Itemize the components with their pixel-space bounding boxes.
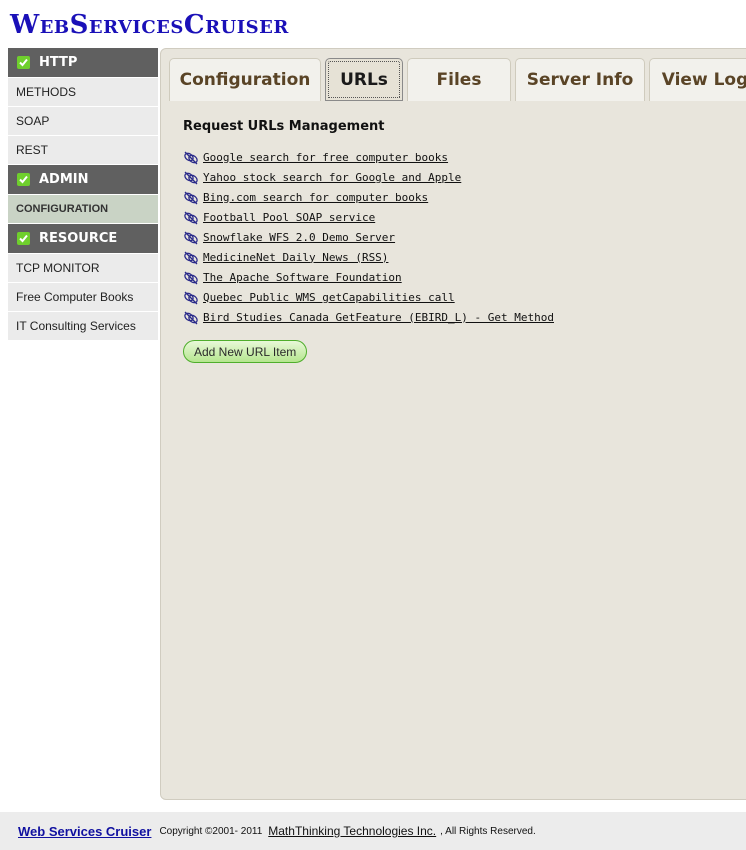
url-link-yahoo-stock[interactable]: Yahoo stock search for Google and Apple	[203, 171, 461, 184]
footer: Web Services Cruiser Copyright ©2001- 20…	[0, 812, 746, 850]
section-label: ADMIN	[39, 172, 89, 187]
app-logo: WebServicesCruiser	[10, 10, 289, 40]
list-item: Bird Studies Canada GetFeature (EBIRD_L)…	[183, 307, 554, 327]
footer-rights: , All Rights Reserved.	[440, 825, 536, 837]
add-url-button[interactable]: Add New URL Item	[183, 340, 308, 363]
sidebar-item-methods[interactable]: METHODS	[8, 78, 158, 106]
link-icon	[183, 250, 199, 265]
tab-server-info[interactable]: Server Info	[515, 58, 645, 101]
list-item: MedicineNet Daily News (RSS)	[183, 247, 554, 267]
tab-urls[interactable]: URLs	[325, 58, 403, 101]
tab-files[interactable]: Files	[407, 58, 511, 101]
url-list: Google search for free computer books Ya…	[183, 147, 554, 327]
section-heading: Request URLs Management	[183, 119, 385, 134]
section-label: RESOURCE	[39, 231, 118, 246]
link-icon	[183, 230, 199, 245]
list-item: The Apache Software Foundation	[183, 267, 554, 287]
link-icon	[183, 310, 199, 325]
sidebar-section-admin[interactable]: ADMIN	[8, 165, 158, 194]
sidebar-item-tcp-monitor[interactable]: TCP MONITOR	[8, 254, 158, 282]
footer-copyright: Copyright ©2001- 2011	[159, 825, 263, 837]
link-icon	[183, 270, 199, 285]
footer-company-link[interactable]: MathThinking Technologies Inc.	[268, 824, 436, 838]
list-item: Quebec Public WMS getCapabilities call	[183, 287, 554, 307]
link-icon	[183, 150, 199, 165]
section-label: HTTP	[39, 55, 78, 70]
url-link-football-pool[interactable]: Football Pool SOAP service	[203, 211, 375, 224]
sidebar: HTTP METHODS SOAP REST ADMIN CONFIGURATI…	[8, 48, 158, 341]
url-link-bird-studies[interactable]: Bird Studies Canada GetFeature (EBIRD_L)…	[203, 311, 554, 324]
url-link-quebec-wms[interactable]: Quebec Public WMS getCapabilities call	[203, 291, 455, 304]
tab-configuration[interactable]: Configuration	[169, 58, 321, 101]
sidebar-item-rest[interactable]: REST	[8, 136, 158, 164]
sidebar-section-resource[interactable]: RESOURCE	[8, 224, 158, 253]
list-item: Football Pool SOAP service	[183, 207, 554, 227]
url-link-bing-books[interactable]: Bing.com search for computer books	[203, 191, 428, 204]
sidebar-item-soap[interactable]: SOAP	[8, 107, 158, 135]
link-icon	[183, 190, 199, 205]
sidebar-item-it-consulting[interactable]: IT Consulting Services	[8, 312, 158, 340]
link-icon	[183, 170, 199, 185]
link-icon	[183, 210, 199, 225]
list-item: Snowflake WFS 2.0 Demo Server	[183, 227, 554, 247]
sidebar-section-http[interactable]: HTTP	[8, 48, 158, 77]
footer-brand-link[interactable]: Web Services Cruiser	[18, 824, 151, 839]
list-item: Bing.com search for computer books	[183, 187, 554, 207]
main-panel: Configuration URLs Files Server Info Vie…	[160, 48, 746, 800]
checkmark-icon	[17, 56, 30, 69]
sidebar-item-free-computer-books[interactable]: Free Computer Books	[8, 283, 158, 311]
list-item: Google search for free computer books	[183, 147, 554, 167]
list-item: Yahoo stock search for Google and Apple	[183, 167, 554, 187]
urls-content: Request URLs Management Google search fo…	[183, 119, 554, 363]
url-link-medicinenet[interactable]: MedicineNet Daily News (RSS)	[203, 251, 388, 264]
url-link-apache[interactable]: The Apache Software Foundation	[203, 271, 402, 284]
tab-view-log[interactable]: View Log	[649, 58, 746, 101]
url-link-google-books[interactable]: Google search for free computer books	[203, 151, 448, 164]
url-link-snowflake-wfs[interactable]: Snowflake WFS 2.0 Demo Server	[203, 231, 395, 244]
checkmark-icon	[17, 173, 30, 186]
checkmark-icon	[17, 232, 30, 245]
link-icon	[183, 290, 199, 305]
sidebar-item-configuration[interactable]: CONFIGURATION	[8, 195, 158, 223]
tab-bar: Configuration URLs Files Server Info Vie…	[169, 58, 746, 101]
